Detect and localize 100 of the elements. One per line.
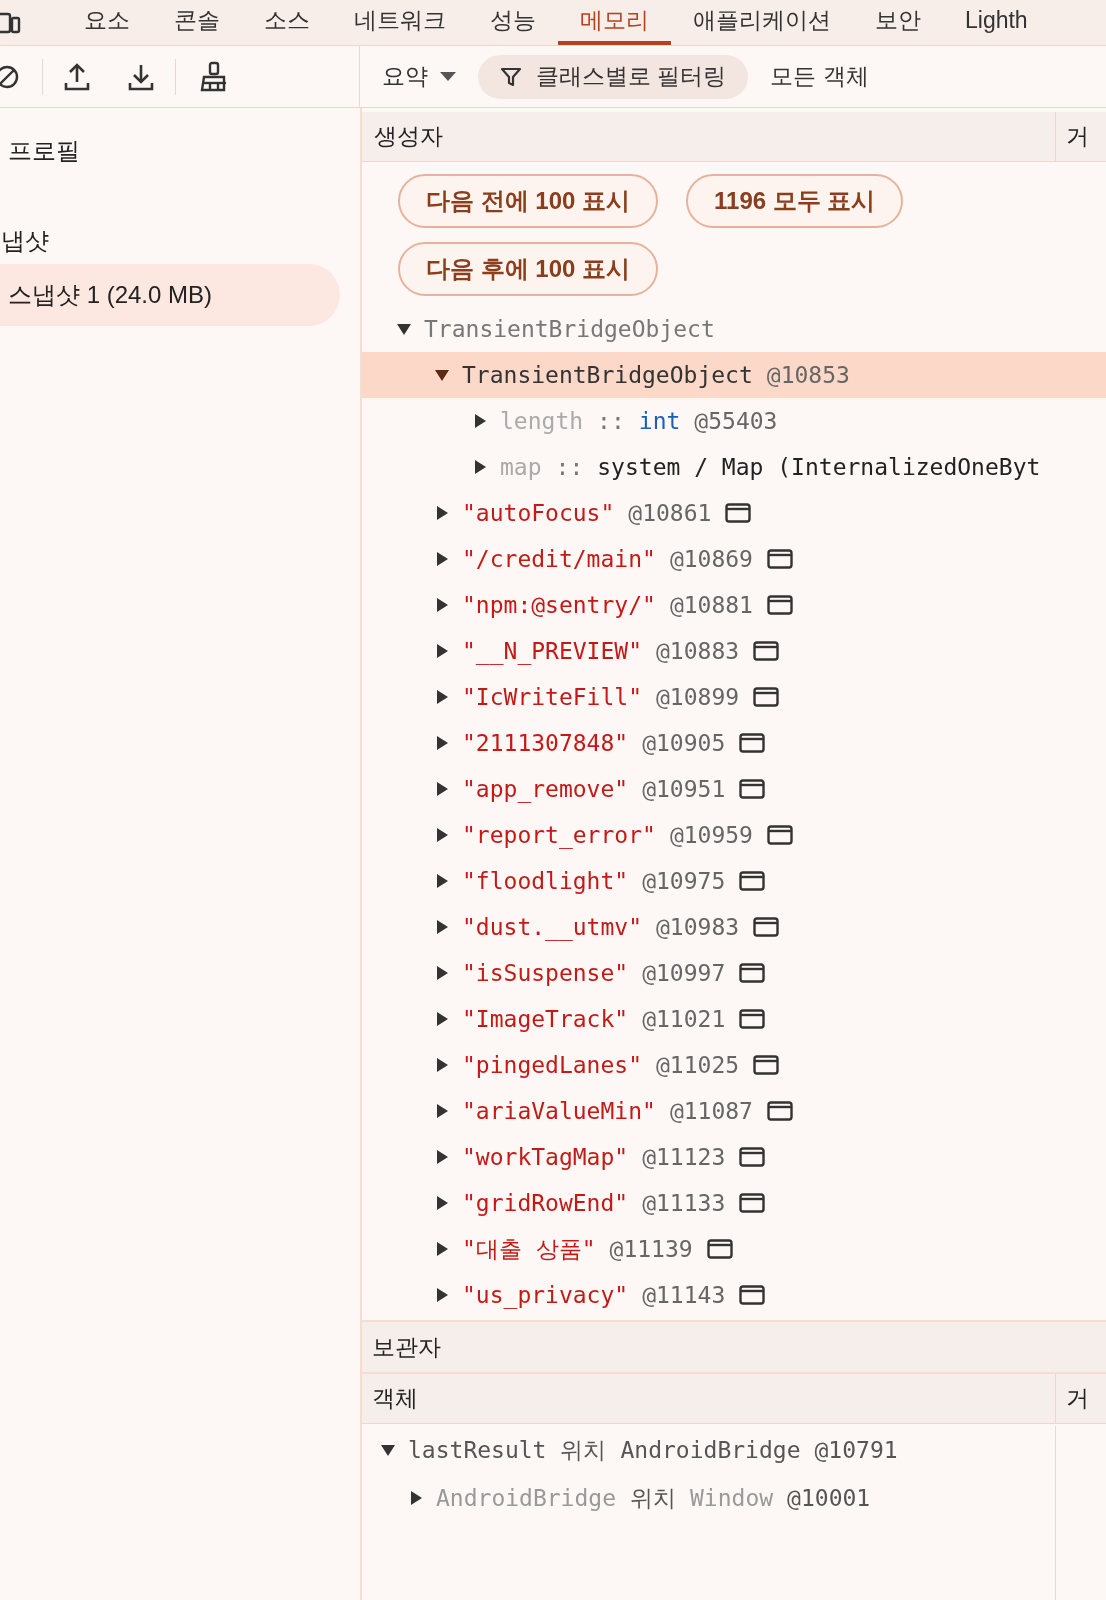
string-value[interactable]: "__N_PREVIEW" xyxy=(462,633,642,669)
tree-row[interactable]: "app_remove" @10951 xyxy=(362,766,1106,812)
snapshot-item[interactable]: 스냅샷 1 (24.0 MB) xyxy=(0,264,340,326)
show-more-button[interactable]: 1196 모두 표시 xyxy=(686,174,904,228)
string-value[interactable]: "npm:@sentry/" xyxy=(462,587,656,623)
expand-triangle-icon[interactable] xyxy=(408,1490,424,1506)
expand-triangle-icon[interactable] xyxy=(434,1011,450,1027)
upload-icon[interactable] xyxy=(63,61,91,92)
tree-row[interactable]: "us_privacy" @11143 xyxy=(362,1272,1106,1318)
tree-row[interactable]: "ImageTrack" @11021 xyxy=(362,996,1106,1042)
tree-row[interactable]: "autoFocus" @10861 xyxy=(362,490,1106,536)
expand-triangle-icon[interactable] xyxy=(434,873,450,889)
view-dropdown[interactable]: 요약 xyxy=(382,59,456,94)
class-name[interactable]: TransientBridgeObject xyxy=(424,311,715,347)
panel-tab[interactable]: 네트워크 xyxy=(332,0,468,45)
expand-triangle-icon[interactable] xyxy=(434,1103,450,1119)
column-header[interactable]: 생성자 xyxy=(362,112,1056,161)
expand-triangle-icon[interactable] xyxy=(472,459,488,475)
tree-row[interactable]: "isSuspense" @10997 xyxy=(362,950,1106,996)
object-id: @11021 xyxy=(642,1004,726,1034)
object-id: @10951 xyxy=(642,774,726,804)
tree-row[interactable]: "2111307848" @10905 xyxy=(362,720,1106,766)
panel-tab[interactable]: 소스 xyxy=(242,0,332,45)
string-value[interactable]: "ariaValueMin" xyxy=(462,1093,656,1129)
tree-row[interactable]: "pingedLanes" @11025 xyxy=(362,1042,1106,1088)
expand-triangle-icon[interactable] xyxy=(434,781,450,797)
object-id: @10861 xyxy=(628,498,712,528)
tree-row[interactable]: "floodlight" @10975 xyxy=(362,858,1106,904)
string-value[interactable]: "ImageTrack" xyxy=(462,1001,629,1037)
string-value[interactable]: "IcWriteFill" xyxy=(462,679,642,715)
expand-triangle-icon[interactable] xyxy=(434,965,450,981)
expand-triangle-icon[interactable] xyxy=(434,597,450,613)
show-more-button[interactable]: 다음 전에 100 표시 xyxy=(398,174,659,228)
string-value[interactable]: "2111307848" xyxy=(462,725,629,761)
filter-field[interactable]: 클래스별로 필터링 xyxy=(478,54,749,99)
retainer-name[interactable]: lastResult xyxy=(408,1432,547,1468)
clear-icon[interactable] xyxy=(0,63,20,90)
string-value[interactable]: "us_privacy" xyxy=(462,1277,629,1313)
tree-row[interactable]: TransientBridgeObject xyxy=(362,306,1106,352)
window-icon xyxy=(739,1147,766,1167)
expand-triangle-icon[interactable] xyxy=(434,1195,450,1211)
expand-triangle-icon[interactable] xyxy=(434,689,450,705)
expand-triangle-icon[interactable] xyxy=(434,551,450,567)
expand-triangle-icon[interactable] xyxy=(434,1241,450,1257)
tree-row[interactable]: "IcWriteFill" @10899 xyxy=(362,674,1106,720)
retainer-owner: Window xyxy=(690,1483,774,1513)
column-header[interactable]: 거 xyxy=(1056,1374,1106,1423)
expand-triangle-icon[interactable] xyxy=(434,1057,450,1073)
string-value[interactable]: "workTagMap" xyxy=(462,1139,629,1175)
string-value[interactable]: "대출 상품" xyxy=(462,1231,596,1267)
tree-row[interactable]: "/credit/main" @10869 xyxy=(362,536,1106,582)
column-header[interactable]: 거 xyxy=(1056,112,1106,161)
expand-triangle-icon[interactable] xyxy=(434,1149,450,1165)
tree-row[interactable]: map :: system / Map (InternalizedOneByt xyxy=(362,444,1106,490)
expand-triangle-icon[interactable] xyxy=(434,827,450,843)
object-name[interactable]: TransientBridgeObject xyxy=(462,357,753,393)
window-icon xyxy=(739,1193,766,1213)
tree-row[interactable]: "대출 상품" @11139 xyxy=(362,1226,1106,1272)
tree-row[interactable]: "workTagMap" @11123 xyxy=(362,1134,1106,1180)
expand-triangle-icon[interactable] xyxy=(434,735,450,751)
tree-row[interactable]: "dust.__utmv" @10983 xyxy=(362,904,1106,950)
collapse-triangle-icon[interactable] xyxy=(434,367,450,383)
expand-triangle-icon[interactable] xyxy=(434,643,450,659)
string-value[interactable]: "/credit/main" xyxy=(462,541,656,577)
expand-triangle-icon[interactable] xyxy=(434,1287,450,1303)
panel-tab[interactable]: Lighth xyxy=(943,0,1050,45)
tree-row[interactable]: "ariaValueMin" @11087 xyxy=(362,1088,1106,1134)
string-value[interactable]: "dust.__utmv" xyxy=(462,909,642,945)
selected-tree-row[interactable]: TransientBridgeObject @10853 xyxy=(362,352,1106,398)
scope-dropdown[interactable]: 모든 객체 xyxy=(770,59,869,94)
panel-tab[interactable]: 콘솔 xyxy=(152,0,242,45)
panel-tab[interactable]: 요소 xyxy=(62,0,152,45)
tree-row[interactable]: "npm:@sentry/" @10881 xyxy=(362,582,1106,628)
expand-triangle-icon[interactable] xyxy=(472,413,488,429)
panel-tab[interactable]: 메모리 xyxy=(558,0,671,45)
panel-tab[interactable]: 성능 xyxy=(468,0,558,45)
object-id: @10881 xyxy=(669,590,753,620)
tree-row[interactable]: length :: int @55403 xyxy=(362,398,1106,444)
string-value[interactable]: "autoFocus" xyxy=(462,495,615,531)
show-more-button[interactable]: 다음 후에 100 표시 xyxy=(398,242,659,296)
string-value[interactable]: "report_error" xyxy=(462,817,656,853)
window-icon xyxy=(706,1239,733,1259)
panel-tab[interactable]: 애플리케이션 xyxy=(671,0,853,45)
object-id: @10997 xyxy=(642,958,726,988)
string-value[interactable]: "app_remove" xyxy=(462,771,629,807)
collapse-triangle-icon[interactable] xyxy=(396,321,412,337)
collapse-triangle-icon[interactable] xyxy=(380,1442,396,1458)
tree-row[interactable]: "__N_PREVIEW" @10883 xyxy=(362,628,1106,674)
column-header[interactable]: 객체 xyxy=(362,1374,1056,1423)
string-value[interactable]: "floodlight" xyxy=(462,863,629,899)
tree-row[interactable]: "report_error" @10959 xyxy=(362,812,1106,858)
string-value[interactable]: "gridRowEnd" xyxy=(462,1185,629,1221)
tree-row[interactable]: "gridRowEnd" @11133 xyxy=(362,1180,1106,1226)
panel-tab[interactable]: 보안 xyxy=(853,0,943,45)
string-value[interactable]: "pingedLanes" xyxy=(462,1047,642,1083)
expand-triangle-icon[interactable] xyxy=(434,919,450,935)
expand-triangle-icon[interactable] xyxy=(434,505,450,521)
string-value[interactable]: "isSuspense" xyxy=(462,955,629,991)
retainer-relation: 위치 xyxy=(560,1435,607,1465)
window-icon xyxy=(739,871,766,891)
